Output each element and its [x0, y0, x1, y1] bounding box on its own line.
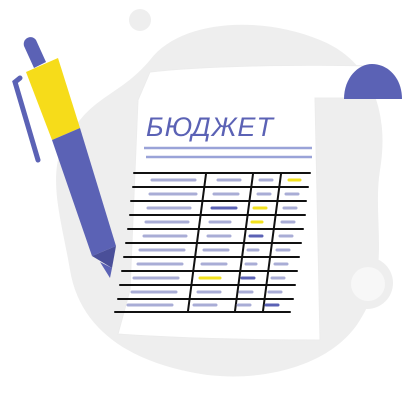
document-title: БЮДЖЕТ: [146, 112, 275, 142]
pen-cap: [23, 37, 46, 68]
pen-grip: [26, 58, 80, 140]
budget-illustration: БЮДЖЕТ: [12, 9, 402, 377]
background-circle-right-inner: [351, 267, 385, 301]
background-dot-top: [129, 9, 151, 31]
